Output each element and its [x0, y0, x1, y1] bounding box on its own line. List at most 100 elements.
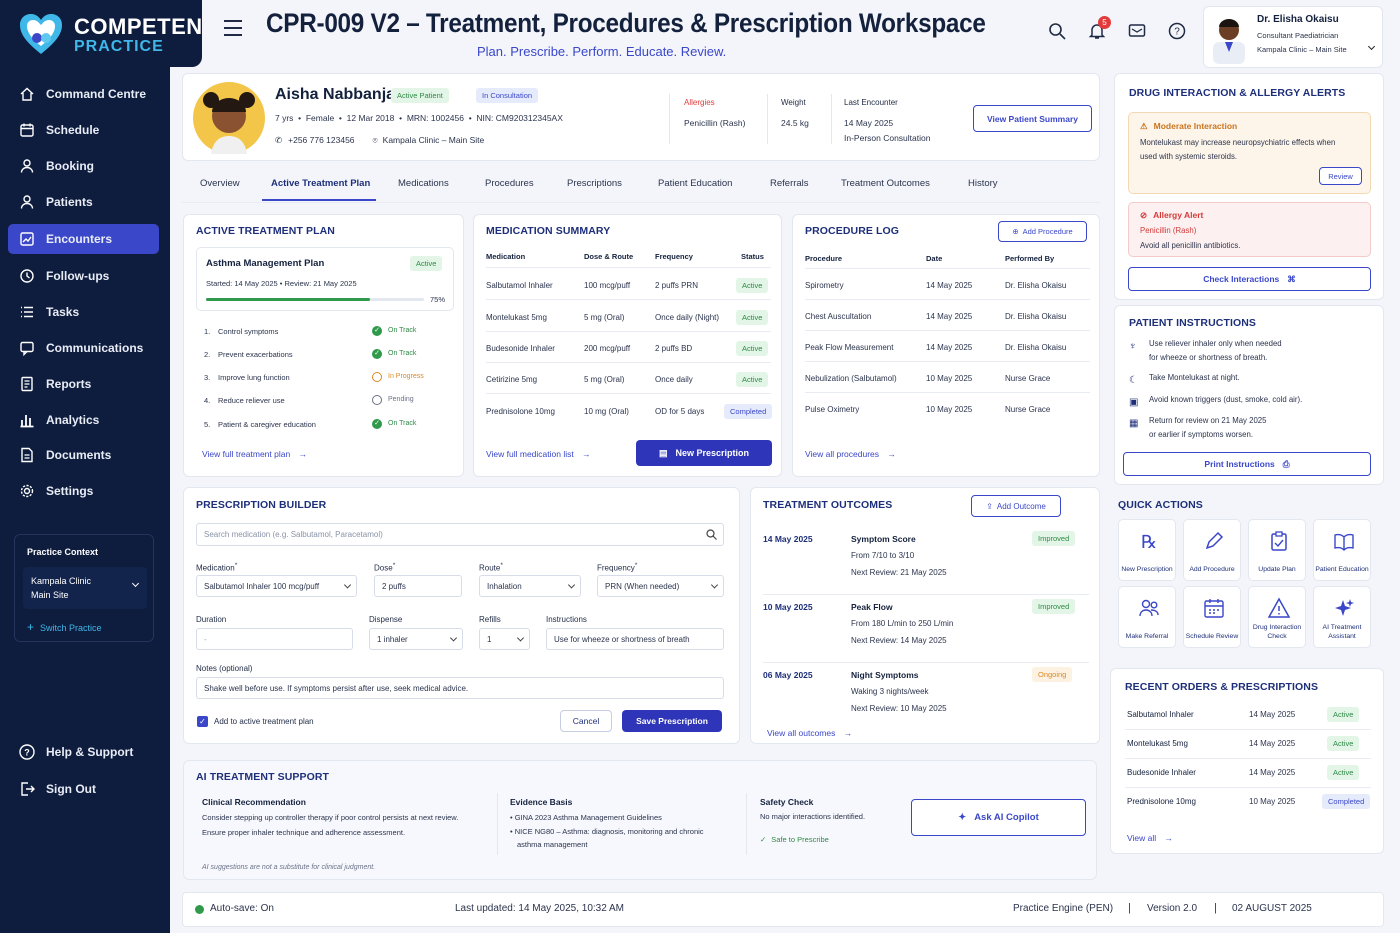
view-all-orders-link[interactable]: View all → [1127, 833, 1173, 843]
new-prescription-button[interactable]: ▤ New Prescription [636, 440, 772, 466]
sidebar-item-encounters[interactable]: Encounters [8, 224, 159, 254]
person-icon [18, 193, 36, 211]
recent-order-row[interactable]: Prednisolone 10mg 10 May 2025 Completed [1111, 794, 1385, 818]
view-outcomes-link[interactable]: View all outcomes → [767, 728, 852, 738]
sidebar-item-label: Settings [46, 484, 94, 498]
medication-row[interactable]: Salbutamol Inhaler 100 mcg/puff 2 puffs PR… [474, 275, 783, 300]
instructions-input[interactable]: Use for wheeze or shortness of breath [546, 628, 724, 650]
quick-action-patient-education[interactable]: Patient Education [1313, 519, 1371, 581]
tab-active-treatment-plan[interactable]: Active Treatment Plan [271, 178, 370, 189]
tab-overview[interactable]: Overview [200, 178, 240, 189]
refills-select[interactable]: 1 [479, 628, 530, 650]
medication-dose: 5 mg (Oral) [584, 375, 625, 384]
sidebar-item-analytics[interactable]: Analytics [8, 405, 159, 435]
medication-row[interactable]: Montelukast 5mg 5 mg (Oral) Once daily (Ni… [474, 307, 783, 332]
sidebar-item-communications[interactable]: Communications [8, 333, 159, 363]
sidebar-item-booking[interactable]: Booking [8, 151, 159, 181]
last-encounter-label: Last Encounter [844, 98, 898, 107]
ask-ai-copilot-button[interactable]: ✦ Ask AI Copilot [911, 799, 1086, 836]
help-support-link[interactable]: ? Help & Support [8, 737, 159, 767]
order-date: 14 May 2025 [1249, 768, 1296, 777]
quick-action-schedule-review[interactable]: Schedule Review [1183, 586, 1241, 648]
sidebar-item-schedule[interactable]: Schedule [8, 115, 159, 145]
sidebar-item-tasks[interactable]: Tasks [8, 297, 159, 327]
procedure-row[interactable]: Spirometry 14 May 2025 Dr. Elisha Okaisu [793, 275, 1101, 300]
brand-logo[interactable]: COMPETEN PRACTICE [0, 0, 202, 67]
check-interactions-button[interactable]: Check Interactions ⌘ [1128, 267, 1371, 291]
review-button[interactable]: Review [1319, 167, 1362, 185]
view-medication-list-link[interactable]: View full medication list → [486, 449, 591, 459]
sidebar-item-follow-ups[interactable]: Follow-ups [8, 261, 159, 291]
menu-icon[interactable] [224, 20, 242, 41]
heart-logo-icon [20, 14, 62, 54]
chevron-down-icon[interactable] [1367, 42, 1376, 51]
view-procedures-link[interactable]: View all procedures → [805, 449, 896, 459]
help-icon[interactable]: ? [1168, 22, 1186, 40]
cancel-button[interactable]: Cancel [560, 710, 612, 732]
recent-order-row[interactable]: Montelukast 5mg 14 May 2025 Active [1111, 736, 1385, 760]
sidebar-item-patients[interactable]: Patients [8, 187, 159, 217]
tab-history[interactable]: History [968, 178, 998, 189]
view-patient-summary-button[interactable]: View Patient Summary [973, 105, 1092, 132]
print-instructions-button[interactable]: Print Instructions ⎙ [1123, 452, 1371, 476]
tab-procedures[interactable]: Procedures [485, 178, 534, 189]
sidebar-item-reports[interactable]: Reports [8, 369, 159, 399]
outcome-item[interactable]: 06 May 2025 Night Symptoms Waking 3 nights… [751, 667, 1101, 730]
medication-select[interactable]: Salbutamol Inhaler 100 mcg/puff [196, 575, 357, 597]
tab-patient-education[interactable]: Patient Education [658, 178, 732, 189]
dispense-select[interactable]: 1 inhaler [369, 628, 463, 650]
tab-referrals[interactable]: Referrals [770, 178, 809, 189]
quick-action-new-prescription[interactable]: ℞ New Prescription [1118, 519, 1176, 581]
outcome-item[interactable]: 14 May 2025 Symptom Score From 7/10 to 3/1… [751, 531, 1101, 595]
medication-row[interactable]: Budesonide Inhaler 200 mcg/puff 2 puffs BD… [474, 338, 783, 363]
tab-medications[interactable]: Medications [398, 178, 449, 189]
tab-prescriptions[interactable]: Prescriptions [567, 178, 622, 189]
recent-orders-card: RECENT ORDERS & PRESCRIPTIONS Salbutamol… [1110, 668, 1384, 854]
search-icon[interactable] [706, 529, 717, 540]
search-icon[interactable] [1048, 22, 1066, 40]
recent-order-row[interactable]: Salbutamol Inhaler 14 May 2025 Active [1111, 707, 1385, 731]
switch-practice-link[interactable]: + Switch Practice [27, 620, 102, 634]
quick-action-ai-treatment[interactable]: AI Treatment Assistant [1313, 586, 1371, 648]
alerts-card: DRUG INTERACTION & ALLERGY ALERTS ⚠ Moder… [1114, 73, 1384, 300]
procedure-row[interactable]: Peak Flow Measurement 14 May 2025 Dr. Elis… [793, 337, 1101, 362]
procedure-row[interactable]: Pulse Oximetry 10 May 2025 Nurse Grace [793, 399, 1101, 423]
safety-check-title: Safety Check [760, 797, 814, 807]
outcome-item[interactable]: 10 May 2025 Peak Flow From 180 L/min to 25… [751, 599, 1101, 663]
medication-row[interactable]: Prednisolone 10mg 10 mg (Oral) OD for 5 da… [474, 401, 783, 425]
notes-input[interactable]: Shake well before use. If symptoms persi… [196, 677, 724, 699]
quick-action-label: Patient Education [1314, 565, 1370, 574]
procedure-row[interactable]: Chest Auscultation 14 May 2025 Dr. Elisha … [793, 306, 1101, 331]
quick-action-make-referral[interactable]: Make Referral [1118, 586, 1176, 648]
recent-order-row[interactable]: Budesonide Inhaler 14 May 2025 Active [1111, 765, 1385, 789]
patient-demographics: 7 yrs • Female • 12 Mar 2018 • MRN: 1002… [275, 113, 563, 123]
sidebar-item-settings[interactable]: Settings [8, 476, 159, 506]
save-prescription-button[interactable]: Save Prescription [622, 710, 722, 732]
tab-treatment-outcomes[interactable]: Treatment Outcomes [841, 178, 930, 189]
dose-input[interactable]: 2 puffs [374, 575, 462, 597]
quick-action-drug-interaction[interactable]: Drug Interaction Check [1248, 586, 1306, 648]
medication-row[interactable]: Cetirizine 5mg 5 mg (Oral) Once daily Activ… [474, 369, 783, 394]
message-icon[interactable] [1128, 22, 1146, 40]
user-profile[interactable]: Dr. Elisha Okaisu Consultant Paediatrici… [1203, 6, 1383, 68]
medication-frequency: 2 puffs BD [655, 344, 693, 353]
frequency-select[interactable]: PRN (When needed) [597, 575, 724, 597]
medication-search-input[interactable]: Search medication (e.g. Salbutamol, Para… [196, 523, 724, 546]
sidebar-item-documents[interactable]: Documents [8, 440, 159, 470]
view-treatment-plan-link[interactable]: View full treatment plan → [202, 449, 307, 459]
duration-input[interactable]: - [196, 628, 353, 650]
sidebar-item-command-centre[interactable]: Command Centre [8, 79, 159, 109]
add-outcome-button[interactable]: ⇪ Add Outcome [971, 495, 1061, 517]
add-procedure-button[interactable]: ⊕ Add Procedure [998, 221, 1087, 242]
quick-action-add-procedure[interactable]: Add Procedure [1183, 519, 1241, 581]
svg-text:?: ? [24, 748, 30, 758]
quick-action-update-plan[interactable]: Update Plan [1248, 519, 1306, 581]
clinic-select[interactable] [23, 567, 147, 609]
report-icon [18, 375, 36, 393]
goal-status: On Track [388, 420, 417, 427]
shield-icon: ▣ [1129, 397, 1139, 408]
route-select[interactable]: Inhalation [479, 575, 581, 597]
sign-out-link[interactable]: Sign Out [8, 774, 159, 804]
add-to-plan-checkbox[interactable]: ✓ [197, 716, 208, 727]
procedure-row[interactable]: Nebulization (Salbutamol) 10 May 2025 Nurs… [793, 368, 1101, 393]
